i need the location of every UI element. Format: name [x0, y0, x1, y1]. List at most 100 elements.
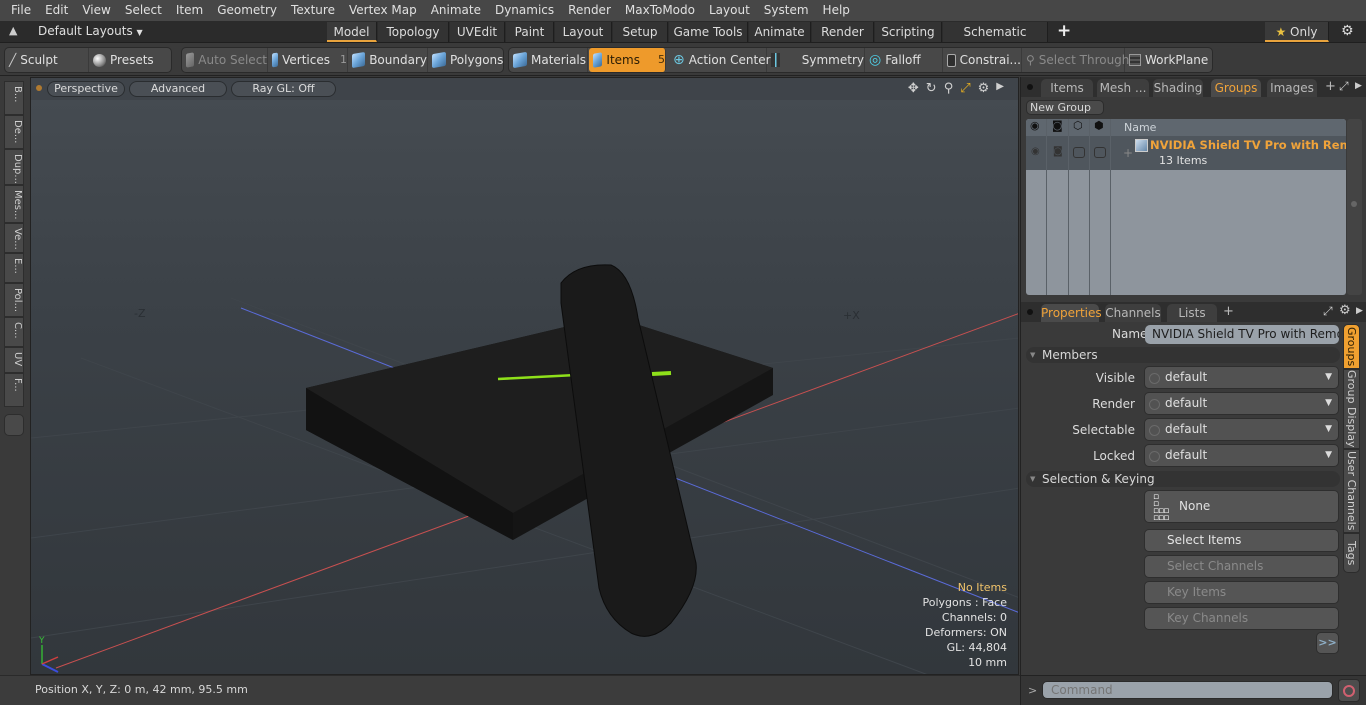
- strip-extra-button[interactable]: [4, 414, 24, 436]
- menu-geometry[interactable]: Geometry: [210, 0, 284, 21]
- menu-dynamics[interactable]: Dynamics: [488, 0, 561, 21]
- selectable-dropdown[interactable]: default ▼: [1144, 418, 1339, 441]
- menu-animate[interactable]: Animate: [424, 0, 488, 21]
- menu-texture[interactable]: Texture: [284, 0, 342, 21]
- members-section[interactable]: Members: [1026, 347, 1340, 363]
- locked-dropdown[interactable]: default ▼: [1144, 444, 1339, 467]
- rotate-view-icon[interactable]: ↻: [926, 81, 937, 96]
- menu-system[interactable]: System: [757, 0, 816, 21]
- visibility-eye-icon[interactable]: ◉: [1030, 119, 1040, 132]
- strip-tab-10[interactable]: F...: [4, 373, 24, 407]
- strip-tab-4[interactable]: Mes...: [4, 185, 24, 223]
- key-channels-button[interactable]: Key Channels: [1144, 607, 1339, 630]
- menu-help[interactable]: Help: [816, 0, 857, 21]
- boundary-button[interactable]: Boundary: [348, 48, 428, 72]
- tab-model[interactable]: Model: [327, 22, 377, 42]
- menu-edit[interactable]: Edit: [38, 0, 75, 21]
- render-dropdown[interactable]: default ▼: [1144, 392, 1339, 415]
- row-visibility-toggle[interactable]: ◉: [1031, 146, 1040, 157]
- strip-tab-5[interactable]: Ve...: [4, 223, 24, 253]
- menu-view[interactable]: View: [75, 0, 117, 21]
- tab-groups[interactable]: Groups: [1211, 79, 1261, 97]
- properties-more-arrow-icon[interactable]: ▶: [1356, 306, 1363, 316]
- select-channels-button[interactable]: Select Channels: [1144, 555, 1339, 578]
- tab-paint[interactable]: Paint: [506, 22, 554, 42]
- viewport-more-arrow-icon[interactable]: ▶: [996, 81, 1004, 96]
- add-tab-button[interactable]: +: [1057, 21, 1071, 41]
- menu-layout[interactable]: Layout: [702, 0, 757, 21]
- groups-list-scrollbar[interactable]: [1347, 119, 1362, 295]
- tab-properties[interactable]: Properties: [1041, 304, 1102, 322]
- tab-schematic-fusion[interactable]: Schematic Fusion: [943, 22, 1048, 59]
- viewport-settings-gear-icon[interactable]: ⚙: [978, 81, 990, 96]
- vertices-button[interactable]: Vertices 1: [268, 48, 348, 72]
- maximize-view-icon[interactable]: ⤢: [960, 81, 970, 96]
- falloff-button[interactable]: ◎ Falloff: [865, 48, 943, 72]
- presets-button[interactable]: Presets: [89, 48, 173, 72]
- strip-tab-7[interactable]: Pol...: [4, 283, 24, 317]
- strip-tab-3[interactable]: Dup...: [4, 149, 24, 185]
- properties-gear-icon[interactable]: ⚙: [1339, 303, 1351, 318]
- row-locked-checkbox[interactable]: [1094, 147, 1106, 158]
- settings-gear-icon[interactable]: ⚙: [1341, 23, 1354, 39]
- column-name-header[interactable]: Name: [1124, 121, 1156, 134]
- strip-tab-1[interactable]: B...: [4, 81, 24, 115]
- menu-maxtomodo[interactable]: MaxToModo: [618, 0, 702, 21]
- render-camera-icon[interactable]: ◙: [1052, 119, 1063, 132]
- select-items-button[interactable]: Select Items: [1144, 529, 1339, 552]
- add-panel-tab-icon[interactable]: +: [1325, 79, 1336, 94]
- scroll-handle[interactable]: [1351, 201, 1357, 207]
- raygl-toggle[interactable]: Ray GL: Off: [231, 81, 336, 97]
- 3d-viewport[interactable]: -Z +X Y Perspective Advanced Ray GL: Off…: [30, 77, 1019, 675]
- perspective-dropdown[interactable]: Perspective: [47, 81, 125, 97]
- tab-mesh[interactable]: Mesh ...: [1097, 79, 1149, 97]
- more-button[interactable]: >>: [1316, 632, 1339, 654]
- items-button[interactable]: Items 5: [589, 48, 666, 72]
- expand-panel-icon[interactable]: ⤢: [1339, 79, 1349, 94]
- strip-tab-8[interactable]: C...: [4, 317, 24, 347]
- tab-game-tools[interactable]: Game Tools: [669, 22, 748, 42]
- tab-items[interactable]: Items: [1041, 79, 1093, 97]
- none-button[interactable]: ▫ ▫ ▫▫▫ ▫▫▫ None: [1144, 490, 1339, 523]
- layout-up-arrow-icon[interactable]: ▲: [9, 24, 17, 37]
- tab-layout[interactable]: Layout: [555, 22, 612, 42]
- selection-keying-section[interactable]: Selection & Keying: [1026, 471, 1340, 487]
- tab-topology[interactable]: Topology: [378, 22, 449, 42]
- tab-scripting[interactable]: Scripting: [875, 22, 942, 42]
- tab-render[interactable]: Render: [812, 22, 874, 42]
- locked-cube-icon[interactable]: ⬢: [1094, 119, 1104, 132]
- constraints-button[interactable]: Constrai...: [943, 48, 1022, 72]
- strip-tab-6[interactable]: E...: [4, 253, 24, 283]
- shading-dropdown[interactable]: Advanced: [129, 81, 227, 97]
- selectable-cube-icon[interactable]: ⬡: [1073, 119, 1083, 132]
- row-render-toggle[interactable]: ◙: [1053, 146, 1063, 157]
- menu-item[interactable]: Item: [169, 0, 210, 21]
- menu-file[interactable]: File: [4, 0, 38, 21]
- visible-dropdown[interactable]: default ▼: [1144, 366, 1339, 389]
- add-properties-tab-icon[interactable]: +: [1223, 304, 1234, 319]
- tab-channels[interactable]: Channels: [1105, 304, 1161, 322]
- auto-select-button[interactable]: Auto Select: [182, 48, 268, 72]
- menu-render[interactable]: Render: [561, 0, 618, 21]
- only-toggle[interactable]: ★ Only: [1265, 22, 1329, 42]
- record-button[interactable]: [1338, 679, 1360, 702]
- side-tab-tags[interactable]: Tags: [1343, 533, 1360, 573]
- row-selectable-checkbox[interactable]: [1073, 147, 1085, 158]
- command-input[interactable]: [1042, 681, 1333, 699]
- materials-button[interactable]: Materials: [509, 48, 588, 72]
- default-layouts-dropdown[interactable]: Default Layouts ▼: [38, 24, 143, 38]
- name-field[interactable]: NVIDIA Shield TV Pro with Remote (3): [1145, 325, 1339, 344]
- key-items-button[interactable]: Key Items: [1144, 581, 1339, 604]
- side-tab-user-channels[interactable]: User Channels: [1343, 449, 1360, 533]
- sculpt-button[interactable]: ╱ Sculpt: [5, 48, 89, 72]
- menu-select[interactable]: Select: [118, 0, 169, 21]
- row-expand-icon[interactable]: +: [1123, 146, 1133, 160]
- action-center-button[interactable]: ⊕ Action Center: [669, 48, 771, 72]
- tab-setup[interactable]: Setup: [613, 22, 668, 42]
- side-tab-group-display[interactable]: Group Display: [1343, 369, 1360, 449]
- tab-uvedit[interactable]: UVEdit: [450, 22, 505, 42]
- panel-more-arrow-icon[interactable]: ▶: [1355, 81, 1362, 91]
- menu-vertex-map[interactable]: Vertex Map: [342, 0, 424, 21]
- tab-images[interactable]: Images: [1267, 79, 1317, 97]
- tab-shading[interactable]: Shading: [1153, 79, 1203, 97]
